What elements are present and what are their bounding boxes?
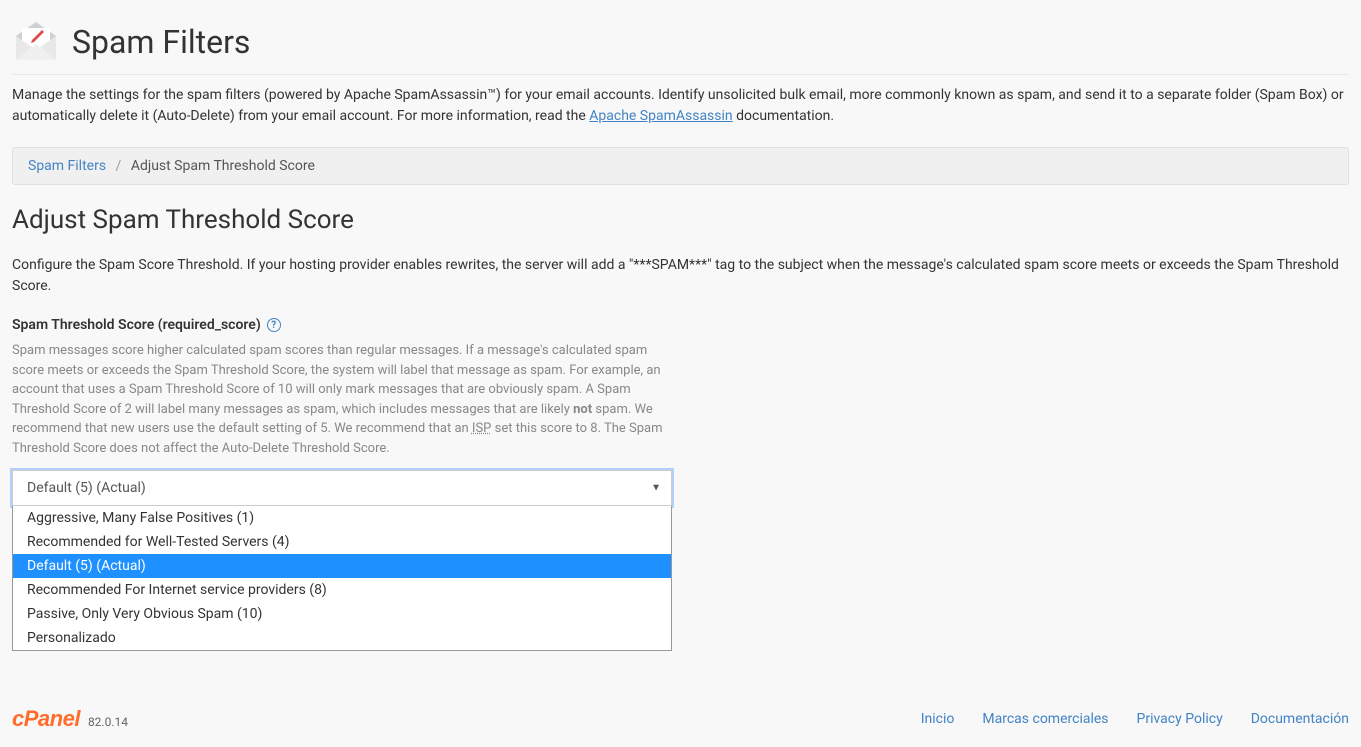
breadcrumb-root-link[interactable]: Spam Filters (28, 158, 106, 174)
threshold-help-text: Spam messages score higher calculated sp… (12, 341, 672, 458)
intro-text-after: documentation. (733, 108, 834, 124)
mail-icon (12, 18, 60, 66)
dropdown-option[interactable]: Default (5) (Actual) (13, 554, 671, 578)
dropdown-option[interactable]: Recommended For Internet service provide… (13, 578, 671, 602)
section-heading: Adjust Spam Threshold Score (12, 205, 1349, 235)
threshold-select-wrapper: Default (5) (Actual) ▼ Aggressive, Many … (12, 470, 672, 506)
footer-link[interactable]: Marcas comerciales (982, 711, 1108, 727)
help-icon[interactable]: ? (267, 318, 281, 332)
page-header: Spam Filters (12, 10, 1349, 75)
help-text-isp: ISP (472, 421, 491, 436)
help-text-strong: not (573, 402, 592, 417)
section-description: Configure the Spam Score Threshold. If y… (12, 255, 1349, 297)
cpanel-logo: cPanel (12, 706, 80, 732)
intro-paragraph: Manage the settings for the spam filters… (12, 85, 1349, 127)
dropdown-option[interactable]: Recommended for Well-Tested Servers (4) (13, 530, 671, 554)
breadcrumb-separator: / (116, 158, 122, 174)
dropdown-option[interactable]: Aggressive, Many False Positives (1) (13, 506, 671, 530)
footer-link[interactable]: Privacy Policy (1137, 711, 1223, 727)
threshold-field-label: Spam Threshold Score (required_score) ? (12, 317, 1349, 333)
footer-links: Inicio Marcas comerciales Privacy Policy Do… (921, 711, 1349, 727)
spamassassin-link[interactable]: Apache SpamAssassin (589, 108, 732, 124)
threshold-select[interactable]: Default (5) (Actual) ▼ (12, 470, 672, 506)
footer-link[interactable]: Documentación (1251, 711, 1349, 727)
threshold-dropdown-list: Aggressive, Many False Positives (1)Reco… (12, 506, 672, 651)
footer-left: cPanel 82.0.14 (12, 706, 128, 732)
page-title: Spam Filters (72, 23, 250, 61)
page-footer: cPanel 82.0.14 Inicio Marcas comerciales P… (0, 691, 1361, 747)
dropdown-option[interactable]: Passive, Only Very Obvious Spam (10) (13, 602, 671, 626)
breadcrumb: Spam Filters / Adjust Spam Threshold Sco… (12, 147, 1349, 185)
footer-link[interactable]: Inicio (921, 711, 955, 727)
breadcrumb-current: Adjust Spam Threshold Score (131, 158, 315, 174)
chevron-down-icon: ▼ (651, 483, 661, 494)
help-text-1: Spam messages score higher calculated sp… (12, 343, 661, 417)
footer-version: 82.0.14 (88, 715, 128, 729)
field-label-text: Spam Threshold Score (required_score) (12, 317, 261, 333)
select-current-value: Default (5) (Actual) (27, 480, 146, 496)
dropdown-option[interactable]: Personalizado (13, 626, 671, 650)
